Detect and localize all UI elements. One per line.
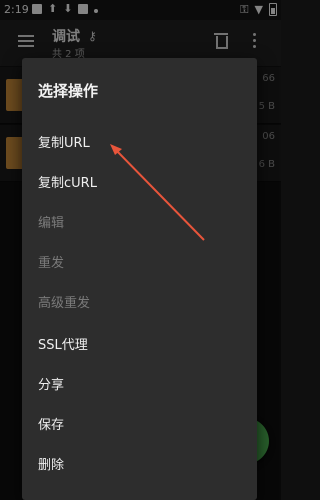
option-label: 保存 <box>38 418 65 433</box>
option-share[interactable]: 分享 <box>22 361 257 401</box>
option-copy-curl[interactable]: 复制cURL <box>22 159 257 199</box>
option-label: 重发 <box>38 256 65 271</box>
option-resend: 重发 <box>22 239 257 279</box>
option-label: SSL代理 <box>38 338 88 353</box>
dialog-title: 选择操作 <box>38 82 99 100</box>
option-advanced-resend: 高级重发 <box>22 279 257 319</box>
option-copy-url[interactable]: 复制URL <box>22 119 257 159</box>
option-label: 删除 <box>38 458 65 473</box>
option-label: 编辑 <box>38 216 65 231</box>
option-label: 复制URL <box>38 136 90 151</box>
option-delete[interactable]: 删除 <box>22 441 257 481</box>
option-edit: 编辑 <box>22 199 257 239</box>
option-label: 复制cURL <box>38 176 97 191</box>
option-label: 分享 <box>38 378 65 393</box>
option-save[interactable]: 保存 <box>22 401 257 441</box>
action-dialog: 选择操作 复制URL 复制cURL 编辑 重发 高级重发 SSL代理 分享 保存… <box>22 58 257 500</box>
option-ssl-proxy[interactable]: SSL代理 <box>22 321 257 361</box>
option-label: 高级重发 <box>38 296 91 311</box>
